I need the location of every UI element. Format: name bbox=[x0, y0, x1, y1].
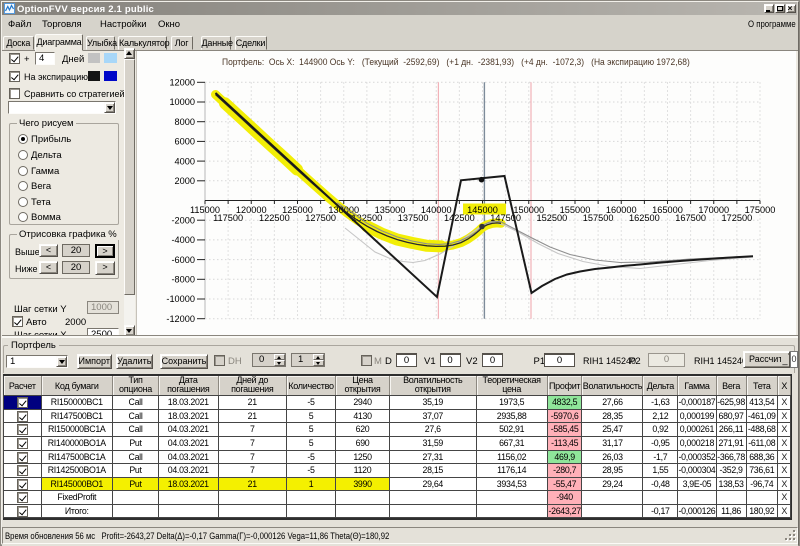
svg-text:10000: 10000 bbox=[169, 97, 195, 107]
svg-text:-8000: -8000 bbox=[172, 275, 196, 285]
svg-text:137500: 137500 bbox=[398, 213, 429, 223]
svg-text:6000: 6000 bbox=[175, 137, 195, 147]
svg-text:8000: 8000 bbox=[175, 117, 195, 127]
svg-text:162500: 162500 bbox=[629, 213, 660, 223]
svg-text:4000: 4000 bbox=[175, 156, 195, 166]
svg-text:-12000: -12000 bbox=[166, 314, 195, 324]
svg-text:157500: 157500 bbox=[583, 213, 614, 223]
svg-text:152500: 152500 bbox=[537, 213, 568, 223]
svg-text:-4000: -4000 bbox=[172, 235, 196, 245]
svg-text:172500: 172500 bbox=[722, 213, 753, 223]
svg-text:-2000: -2000 bbox=[172, 215, 196, 225]
svg-text:167500: 167500 bbox=[675, 213, 706, 223]
svg-text:12000: 12000 bbox=[169, 78, 195, 88]
svg-text:127500: 127500 bbox=[305, 213, 336, 223]
svg-text:2000: 2000 bbox=[175, 176, 195, 186]
svg-text:-10000: -10000 bbox=[166, 294, 195, 304]
svg-text:-6000: -6000 bbox=[172, 255, 196, 265]
svg-text:142500: 142500 bbox=[444, 213, 475, 223]
svg-text:122500: 122500 bbox=[259, 213, 290, 223]
svg-text:117500: 117500 bbox=[213, 213, 243, 223]
